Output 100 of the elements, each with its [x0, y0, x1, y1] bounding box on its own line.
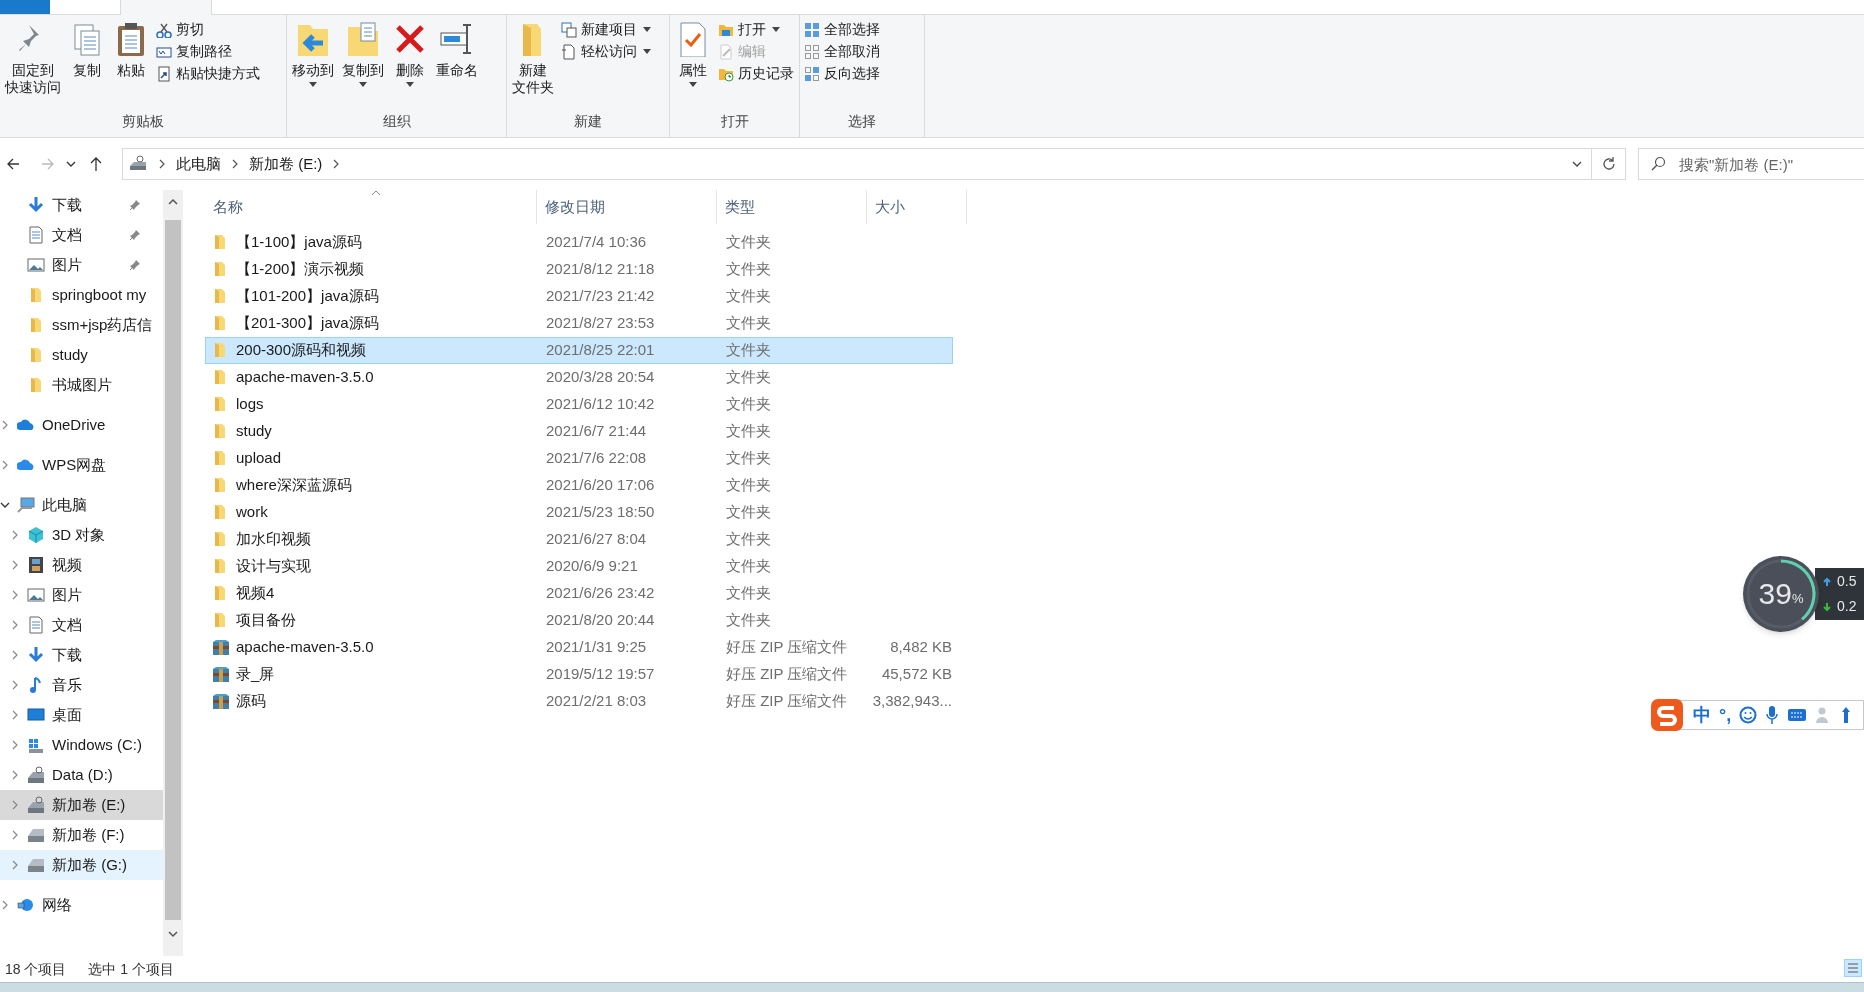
chevron-right-icon[interactable]	[10, 620, 20, 630]
scroll-up-icon[interactable]	[168, 198, 178, 206]
file-row[interactable]: 视频4 2021/6/26 23:42 文件夹	[205, 580, 953, 607]
ribbon-button[interactable]: 复制	[66, 19, 108, 79]
up-arrow-icon[interactable]	[88, 156, 104, 172]
sidebar-item[interactable]: 3D 对象	[0, 520, 163, 550]
sidebar-item[interactable]: springboot my	[0, 280, 163, 310]
ribbon-button[interactable]: 删除	[389, 19, 431, 87]
file-row[interactable]: work 2021/5/23 18:50 文件夹	[205, 499, 953, 526]
chevron-right-icon[interactable]	[0, 900, 10, 910]
ribbon-button[interactable]: 打开	[718, 20, 794, 39]
breadcrumb[interactable]: 新加卷 (E:)	[249, 152, 323, 176]
sidebar-item[interactable]: study	[0, 340, 163, 370]
microphone-icon[interactable]	[1765, 705, 1780, 725]
scrollbar[interactable]	[163, 190, 183, 956]
ribbon-button[interactable]: 粘贴快捷方式	[156, 64, 260, 83]
ribbon-button[interactable]: 属性	[672, 19, 714, 87]
file-row[interactable]: 200-300源码和视频 2021/8/25 22:01 文件夹	[205, 337, 953, 364]
chevron-right-icon[interactable]	[10, 710, 20, 720]
file-row[interactable]: 录_屏 2019/5/12 19:57 好压 ZIP 压缩文件 45,572 KB	[205, 661, 953, 688]
file-row[interactable]: apache-maven-3.5.0 2021/1/31 9:25 好压 ZIP 压缩文件 8,482 KB	[205, 634, 953, 661]
scrollbar-thumb[interactable]	[165, 220, 181, 920]
ribbon-button[interactable]: 历史记录	[718, 64, 794, 83]
breadcrumb[interactable]: 此电脑	[176, 152, 221, 176]
chevron-right-icon[interactable]	[0, 420, 10, 430]
file-row[interactable]: 【101-200】java源码 2021/7/23 21:42 文件夹	[205, 283, 953, 310]
keyboard-icon[interactable]	[1787, 708, 1808, 722]
sidebar-item[interactable]: 书城图片	[0, 370, 163, 400]
file-row[interactable]: apache-maven-3.5.0 2020/3/28 20:54 文件夹	[205, 364, 953, 391]
sidebar-item[interactable]: OneDrive	[0, 410, 163, 440]
sidebar-item[interactable]: 文档	[0, 610, 163, 640]
sidebar-item[interactable]: 新加卷 (E:)	[0, 790, 163, 820]
chevron-right-icon[interactable]	[10, 590, 20, 600]
chevron-down-icon[interactable]	[0, 500, 10, 510]
ribbon-button[interactable]: 剪切	[156, 20, 260, 39]
file-row[interactable]: upload 2021/7/6 22:08 文件夹	[205, 445, 953, 472]
address-bar[interactable]: 此电脑 新加卷 (E:)	[122, 148, 1592, 180]
details-view-icon[interactable]	[1844, 959, 1862, 977]
sidebar-item[interactable]: 桌面	[0, 700, 163, 730]
back-arrow-icon[interactable]	[5, 156, 21, 172]
input-mode[interactable]: 中	[1693, 701, 1711, 729]
ribbon-button[interactable]: 反向选择	[804, 64, 880, 83]
drive-icon	[27, 856, 45, 874]
chevron-right-icon[interactable]	[10, 830, 20, 840]
chevron-right-icon[interactable]	[0, 460, 10, 470]
ribbon-button[interactable]: 全部取消	[804, 42, 880, 61]
sidebar-item[interactable]: 视频	[0, 550, 163, 580]
scroll-down-icon[interactable]	[168, 930, 178, 938]
ribbon-button[interactable]: 全部选择	[804, 20, 880, 39]
sidebar-item[interactable]: ssm+jsp药店信	[0, 310, 163, 340]
chevron-right-icon[interactable]	[10, 860, 20, 870]
column-header[interactable]: 大小	[867, 190, 967, 224]
file-row[interactable]: 加水印视频 2021/6/27 8:04 文件夹	[205, 526, 953, 553]
file-row[interactable]: 源码 2021/2/21 8:03 好压 ZIP 压缩文件 3,382,943...	[205, 688, 953, 715]
sidebar-item[interactable]: 网络	[0, 890, 163, 920]
file-row[interactable]: 【1-200】演示视频 2021/8/12 21:18 文件夹	[205, 256, 953, 283]
sidebar-item[interactable]: 音乐	[0, 670, 163, 700]
ribbon-button[interactable]: 轻松访问	[561, 42, 651, 61]
ribbon-button[interactable]: 新建项目	[561, 20, 651, 39]
file-row[interactable]: 设计与实现 2020/6/9 9:21 文件夹	[205, 553, 953, 580]
chevron-right-icon[interactable]	[10, 560, 20, 570]
column-header[interactable]: 类型	[717, 190, 867, 224]
sidebar-item[interactable]: WPS网盘	[0, 450, 163, 480]
ribbon-button[interactable]: 固定到 快速访问	[2, 19, 64, 96]
sidebar-item[interactable]: 图片	[0, 250, 163, 280]
usage-gauge[interactable]: 39%	[1743, 556, 1819, 632]
file-row[interactable]: 项目备份 2021/8/20 20:44 文件夹	[205, 607, 953, 634]
sidebar-item[interactable]: 下载	[0, 640, 163, 670]
sidebar-item[interactable]: Windows (C:)	[0, 730, 163, 760]
sidebar-item[interactable]: 新加卷 (G:)	[0, 850, 163, 880]
column-header[interactable]: 修改日期	[537, 190, 717, 224]
smiley-icon[interactable]	[1739, 706, 1758, 724]
chevron-right-icon[interactable]	[10, 650, 20, 660]
sidebar-item[interactable]: 新加卷 (F:)	[0, 820, 163, 850]
file-row[interactable]: 【1-100】java源码 2021/7/4 10:36 文件夹	[205, 229, 953, 256]
ribbon-button[interactable]: 复制路径	[156, 42, 260, 61]
ribbon-button[interactable]: 移动到	[289, 19, 337, 87]
chevron-right-icon[interactable]	[10, 680, 20, 690]
refresh-button[interactable]	[1592, 148, 1626, 180]
sidebar-item[interactable]: 此电脑	[0, 490, 163, 520]
ribbon-button[interactable]: 新建 文件夹	[509, 19, 557, 96]
file-row[interactable]: 【201-300】java源码 2021/8/27 23:53 文件夹	[205, 310, 953, 337]
file-row[interactable]: where深深蓝源码 2021/6/20 17:06 文件夹	[205, 472, 953, 499]
column-header[interactable]: 名称	[205, 190, 537, 224]
file-row[interactable]: logs 2021/6/12 10:42 文件夹	[205, 391, 953, 418]
file-row[interactable]: study 2021/6/7 21:44 文件夹	[205, 418, 953, 445]
sidebar-item[interactable]: 图片	[0, 580, 163, 610]
chevron-right-icon[interactable]	[10, 530, 20, 540]
sidebar-item[interactable]: 下载	[0, 190, 163, 220]
ribbon-button[interactable]: 复制到	[339, 19, 387, 87]
sidebar-item[interactable]: Data (D:)	[0, 760, 163, 790]
punctuation-mode[interactable]: °,	[1719, 701, 1732, 729]
sidebar-item[interactable]: 文档	[0, 220, 163, 250]
ribbon-button[interactable]: 粘贴	[110, 19, 152, 79]
forward-arrow-icon[interactable]	[40, 156, 56, 172]
chevron-right-icon[interactable]	[10, 800, 20, 810]
chevron-right-icon[interactable]	[10, 740, 20, 750]
chevron-right-icon[interactable]	[10, 770, 20, 780]
ribbon-button[interactable]: 重命名	[433, 19, 481, 79]
search-field[interactable]: 搜索"新加卷 (E:)"	[1638, 148, 1864, 180]
